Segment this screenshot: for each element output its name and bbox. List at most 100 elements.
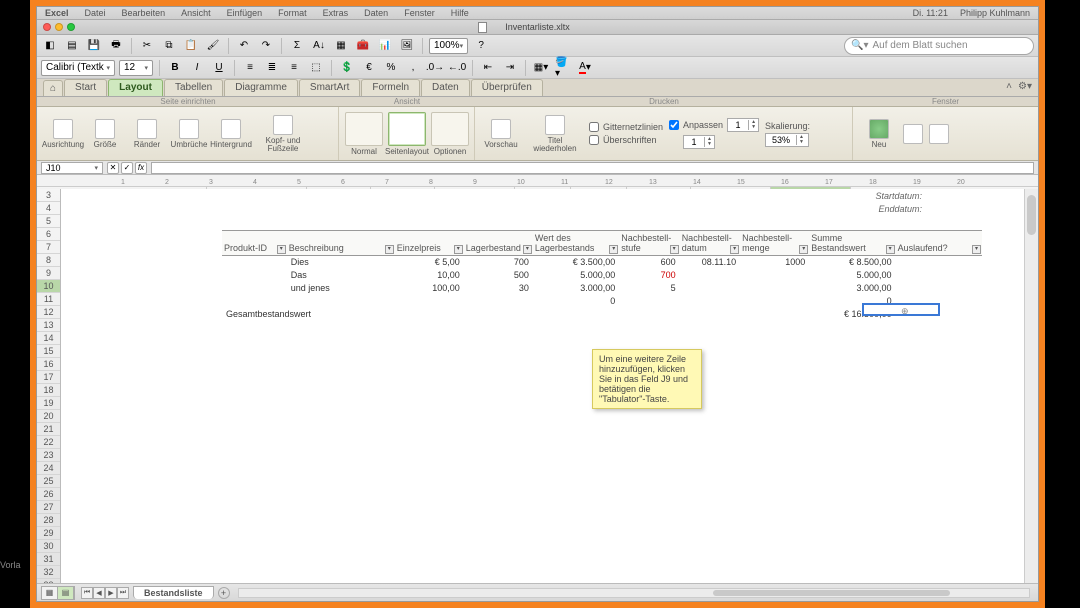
sort-icon[interactable]: A↓ (310, 37, 328, 55)
merge-cells-icon[interactable]: ⬚ (307, 59, 325, 77)
table-header[interactable]: Nachbestell-menge▾ (740, 231, 809, 256)
row-header-12[interactable]: 12 (37, 306, 60, 319)
print-icon[interactable]: 🖶 (107, 37, 125, 55)
cell-selection[interactable]: ⊕ (862, 303, 940, 316)
view-normal-icon[interactable]: ▦ (42, 587, 58, 599)
table-header[interactable]: Wert des Lagerbestands▾ (533, 231, 619, 256)
percent-icon[interactable]: % (382, 59, 400, 77)
row-header-4[interactable]: 4 (37, 202, 60, 215)
table-header[interactable]: Produkt-ID▾ (222, 231, 287, 256)
new-workbook-icon[interactable]: ◧ (41, 37, 59, 55)
tab-nav-first-icon[interactable]: ⏮ (81, 587, 93, 599)
filter-icon[interactable]: ▾ (670, 245, 679, 254)
row-header-23[interactable]: 23 (37, 449, 60, 462)
table-header[interactable]: Lagerbestand▾ (464, 231, 533, 256)
tab-nav-next-icon[interactable]: ▶ (105, 587, 117, 599)
fill-color-icon[interactable]: 🪣▾ (554, 59, 572, 77)
align-center-icon[interactable]: ≣ (263, 59, 281, 77)
menu-ansicht[interactable]: Ansicht (181, 8, 211, 18)
filter-icon[interactable]: ▾ (454, 245, 463, 254)
sheet-tab-bestandsliste[interactable]: Bestandsliste (133, 586, 214, 599)
cancel-formula-icon[interactable]: ✕ (107, 162, 119, 174)
filter-icon[interactable]: ▾ (523, 245, 532, 254)
filter-icon[interactable]: ▾ (385, 245, 394, 254)
tab-formeln[interactable]: Formeln (361, 79, 420, 96)
table-header[interactable]: Auslaufend?▾ (896, 231, 982, 256)
decrease-decimal-icon[interactable]: ←.0 (448, 59, 466, 77)
row-header-22[interactable]: 22 (37, 436, 60, 449)
chart-icon[interactable]: 📊 (376, 37, 394, 55)
tab-nav-last-icon[interactable]: ⏭ (117, 587, 129, 599)
row-header-15[interactable]: 15 (37, 345, 60, 358)
menu-einfuegen[interactable]: Einfügen (227, 8, 263, 18)
comma-icon[interactable]: , (404, 59, 422, 77)
print-preview-button[interactable]: Vorschau (481, 119, 521, 149)
orientation-button[interactable]: Ausrichtung (43, 119, 83, 149)
menu-hilfe[interactable]: Hilfe (451, 8, 469, 18)
row-header-9[interactable]: 9 (37, 267, 60, 280)
row-header-26[interactable]: 26 (37, 488, 60, 501)
increase-decimal-icon[interactable]: .0→ (426, 59, 444, 77)
help-icon[interactable]: ? (472, 37, 490, 55)
increase-indent-icon[interactable]: ⇥ (501, 59, 519, 77)
filter-icon[interactable]: ▾ (730, 245, 739, 254)
bold-icon[interactable]: B (166, 59, 184, 77)
row-header-10[interactable]: 10 (37, 280, 60, 293)
menu-daten[interactable]: Daten (364, 8, 388, 18)
currency-icon[interactable]: 💲 (338, 59, 356, 77)
save-icon[interactable]: 💾 (85, 37, 103, 55)
decrease-indent-icon[interactable]: ⇤ (479, 59, 497, 77)
horizontal-scrollbar[interactable] (238, 588, 1030, 598)
name-box[interactable]: J10▾ (41, 162, 103, 174)
background-button[interactable]: Hintergrund (211, 119, 251, 149)
filter-icon[interactable]: ▾ (277, 245, 286, 254)
ribbon-settings-icon[interactable]: ⚙▾ (1018, 81, 1032, 92)
table-header[interactable]: Einzelpreis▾ (395, 231, 464, 256)
font-size-combo[interactable]: 12▾ (119, 60, 153, 76)
autosum-icon[interactable]: Σ (288, 37, 306, 55)
minimize-icon[interactable] (55, 23, 63, 31)
copy-icon[interactable]: ⧉ (160, 37, 178, 55)
row-header-31[interactable]: 31 (37, 553, 60, 566)
filter-icon[interactable]: ▾ (972, 245, 981, 254)
new-window-button[interactable]: Neu (859, 119, 899, 149)
row-header-32[interactable]: 32 (37, 566, 60, 579)
borders-icon[interactable]: ▦▾ (532, 59, 550, 77)
row-header-8[interactable]: 8 (37, 254, 60, 267)
formula-input[interactable] (151, 162, 1034, 174)
open-icon[interactable]: ▤ (63, 37, 81, 55)
tab-layout[interactable]: Layout (108, 79, 163, 96)
row-header-27[interactable]: 27 (37, 501, 60, 514)
row-header-5[interactable]: 5 (37, 215, 60, 228)
row-header-21[interactable]: 21 (37, 423, 60, 436)
row-header-11[interactable]: 11 (37, 293, 60, 306)
align-left-icon[interactable]: ≡ (241, 59, 259, 77)
fit-to-width-spin[interactable]: ▲▼ (727, 118, 759, 132)
menu-bearbeiten[interactable]: Bearbeiten (122, 8, 166, 18)
redo-icon[interactable]: ↷ (257, 37, 275, 55)
view-pagelayout-button[interactable] (388, 112, 426, 146)
menu-datei[interactable]: Datei (85, 8, 106, 18)
header-footer-button[interactable]: Kopf- und Fußzeile (253, 115, 313, 153)
view-normal-button[interactable] (345, 112, 383, 146)
table-header[interactable]: Beschreibung▾ (287, 231, 395, 256)
row-header-25[interactable]: 25 (37, 475, 60, 488)
row-header-19[interactable]: 19 (37, 397, 60, 410)
sheet-search[interactable]: 🔍▾ Auf dem Blatt suchen (844, 37, 1034, 55)
headings-checkbox[interactable]: Überschriften (589, 134, 663, 146)
row-header-24[interactable]: 24 (37, 462, 60, 475)
zoom-combo[interactable]: 100%▾ (429, 38, 468, 54)
row-header-14[interactable]: 14 (37, 332, 60, 345)
euro-icon[interactable]: € (360, 59, 378, 77)
tab-diagramme[interactable]: Diagramme (224, 79, 298, 96)
repeat-titles-button[interactable]: Titel wiederholen (527, 115, 583, 153)
fit-to-height-spin[interactable]: ▲▼ (683, 135, 715, 149)
tab-nav-prev-icon[interactable]: ◀ (93, 587, 105, 599)
breaks-button[interactable]: Umbrüche (169, 119, 209, 149)
toolbox-icon[interactable]: 🧰 (354, 37, 372, 55)
gridlines-checkbox[interactable]: Gitternetzlinien (589, 121, 663, 133)
font-combo[interactable]: Calibri (Textk▾ (41, 60, 115, 76)
row-header-7[interactable]: 7 (37, 241, 60, 254)
filter-icon[interactable]: ▾ (609, 245, 618, 254)
tab-ueberpruefen[interactable]: Überprüfen (471, 79, 543, 96)
